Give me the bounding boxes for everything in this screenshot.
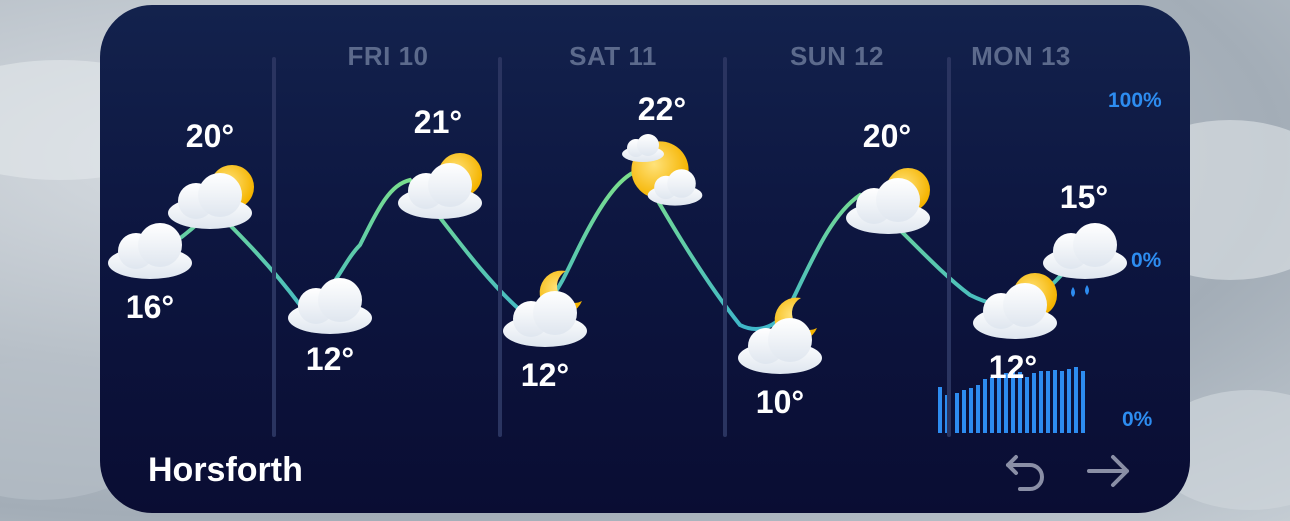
day-label: FRI 10 [347, 41, 429, 71]
partly-sunny-icon [398, 153, 482, 219]
day-label: SAT 11 [569, 41, 657, 71]
cloud-icon [108, 223, 192, 279]
temperature-label: 20° [185, 118, 235, 154]
day-divider [947, 57, 951, 437]
day-divider [272, 57, 276, 437]
right-arrow-icon [1087, 455, 1129, 487]
next-button[interactable] [1085, 447, 1133, 495]
location-name: Horsforth [148, 451, 303, 489]
partly-sunny-icon [973, 273, 1057, 339]
partly-sunny-icon [846, 168, 930, 234]
temperature-label: 12° [520, 357, 570, 393]
partly-cloudy-night-icon [738, 297, 822, 374]
day-label: MON 13 [971, 41, 1071, 71]
temperature-label: 16° [125, 289, 175, 325]
temperature-label: 22° [637, 91, 687, 127]
precipitation-scale-bottom: 0% [1122, 408, 1153, 431]
precipitation-scale-mid: 0% [1131, 249, 1162, 272]
undo-arrow-icon [1006, 455, 1044, 491]
day-divider [723, 57, 727, 437]
forecast-graph [108, 134, 1127, 433]
temperature-label: 21° [413, 104, 463, 140]
temperature-label: 10° [755, 384, 805, 420]
temperature-label: 12° [305, 341, 355, 377]
rain-cloud-icon [1043, 223, 1127, 297]
temperature-label: 12° [988, 349, 1038, 385]
temperature-label: 20° [862, 118, 912, 154]
partly-cloudy-night-icon [503, 270, 587, 347]
temperature-label: 15° [1059, 179, 1109, 215]
day-label: SUN 12 [789, 41, 885, 71]
weather-widget: FRI 10 SAT 11 SUN 12 MON 13 16° 20° 12° … [100, 5, 1190, 513]
cloud-icon [288, 278, 372, 334]
sun-behind-clouds-icon [622, 134, 703, 206]
back-button[interactable] [1002, 447, 1050, 495]
temperature-curve [148, 167, 1082, 331]
precipitation-scale-top: 100% [1108, 89, 1162, 112]
partly-sunny-icon [168, 165, 254, 229]
